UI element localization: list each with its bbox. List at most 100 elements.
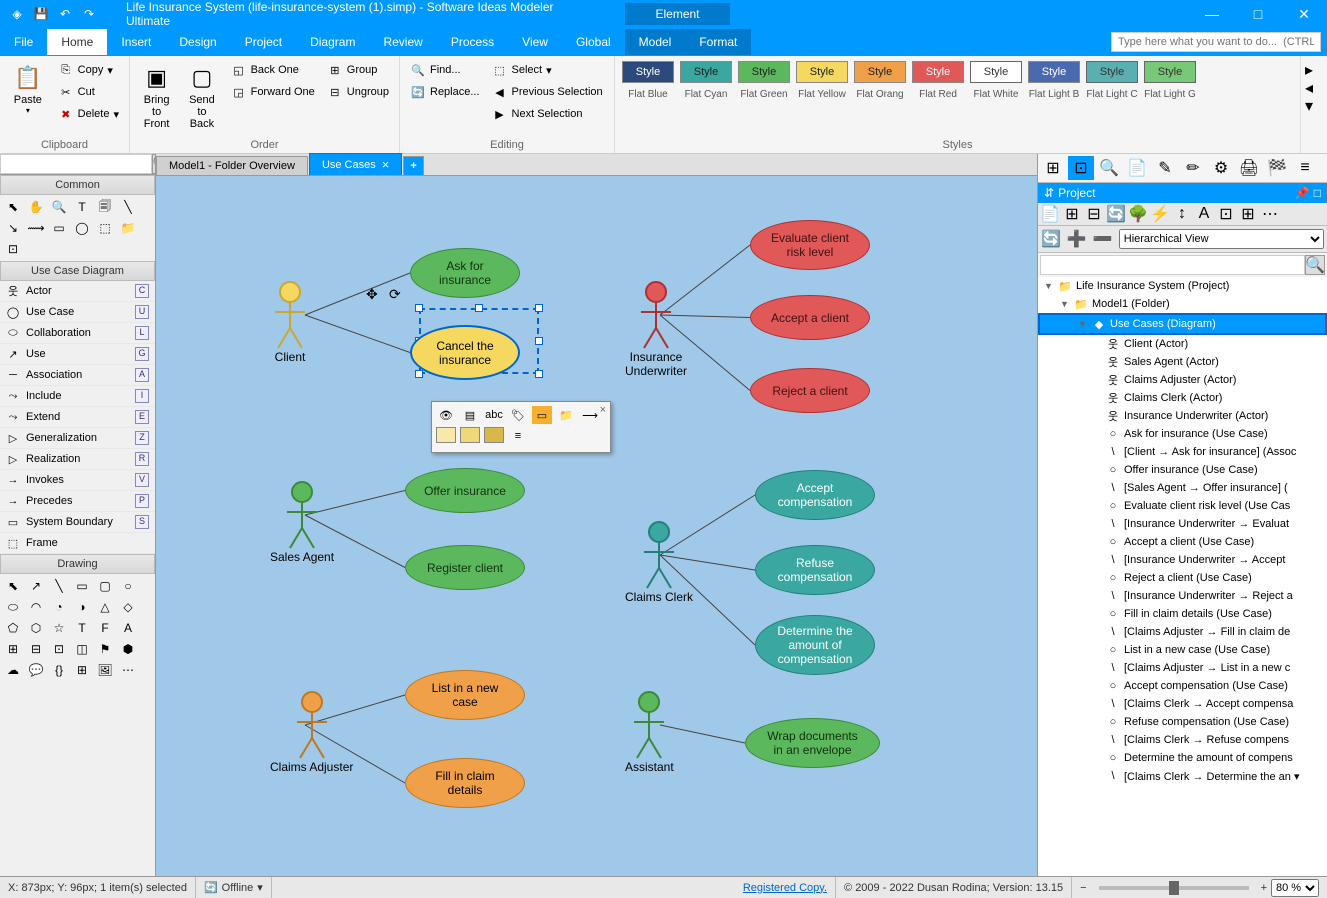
draw-arrow[interactable]: ↗: [25, 576, 47, 596]
draw-circle[interactable]: ○: [117, 576, 139, 596]
tree-node-19[interactable]: \[Claims Adjuster → Fill in claim de: [1038, 623, 1327, 641]
draw-font[interactable]: F: [94, 618, 116, 638]
draw-pie[interactable]: ◔: [48, 597, 70, 617]
usecase-header[interactable]: Use Case Diagram: [0, 261, 155, 281]
copy-button[interactable]: ⎘Copy ▾: [54, 60, 123, 80]
actor-client[interactable]: Client: [270, 280, 310, 364]
style-prev-icon[interactable]: ◂: [1305, 78, 1323, 92]
menu-file[interactable]: File: [0, 29, 47, 55]
draw-img[interactable]: 🖼: [94, 660, 116, 680]
pt-refresh-icon[interactable]: 🔄: [1106, 205, 1126, 223]
status-offline[interactable]: 🔄Offline ▾: [196, 877, 272, 898]
tree-node-20[interactable]: ○List in a new case (Use Case): [1038, 641, 1327, 659]
tool-frame[interactable]: ⬚Frame: [0, 533, 155, 554]
draw-callout[interactable]: 💬: [25, 660, 47, 680]
drawing-header[interactable]: Drawing: [0, 554, 155, 574]
usecase-reject-a-client[interactable]: Reject a client: [750, 368, 870, 413]
menu-view[interactable]: View: [508, 29, 562, 55]
pin-icon[interactable]: 📌: [1295, 186, 1310, 200]
color-swatch-3[interactable]: [484, 427, 504, 443]
menu-diagram[interactable]: Diagram: [296, 29, 369, 55]
draw-chord[interactable]: ◑: [71, 597, 93, 617]
view-mode-select[interactable]: Hierarchical View: [1119, 229, 1324, 249]
tree-node-1[interactable]: ▼📁Model1 (Folder): [1038, 295, 1327, 313]
project-search-button[interactable]: 🔍: [1305, 255, 1325, 275]
quick-search-input[interactable]: [1111, 32, 1321, 52]
zoom-out-button[interactable]: −: [1080, 882, 1086, 894]
line-tool[interactable]: ╲: [117, 197, 139, 217]
select-button[interactable]: ⬚Select ▾: [488, 60, 607, 80]
arrow-tool[interactable]: ↘: [2, 218, 24, 238]
paste-button[interactable]: 📋 Paste ▾: [6, 60, 50, 117]
maximize-button[interactable]: □: [1235, 0, 1281, 28]
actor-assistant[interactable]: Assistant: [625, 690, 674, 774]
zoom-thumb[interactable]: [1169, 881, 1179, 895]
tool-generalization[interactable]: ▷GeneralizationZ: [0, 428, 155, 449]
draw-pointer[interactable]: ⬉: [2, 576, 24, 596]
rib-icon-9[interactable]: 🏁: [1264, 156, 1290, 180]
pt-remove-icon[interactable]: ➖: [1093, 229, 1113, 249]
usecase-cancel-the-insurance[interactable]: Cancel the insurance: [410, 325, 520, 380]
style-more-icon[interactable]: ▸: [1305, 60, 1323, 74]
tree-node-18[interactable]: ○Fill in claim details (Use Case): [1038, 605, 1327, 623]
expander-icon[interactable]: ▼: [1044, 281, 1054, 291]
tool-invokes[interactable]: →InvokesV: [0, 470, 155, 491]
move-handle-icon[interactable]: ✥: [366, 286, 378, 303]
pt-a-icon[interactable]: A: [1194, 205, 1214, 223]
tree-node-12[interactable]: ○Evaluate client risk level (Use Cas: [1038, 497, 1327, 515]
rib-icon-7[interactable]: ⚙: [1208, 156, 1234, 180]
zoom-select[interactable]: 80 %: [1271, 879, 1319, 897]
close-button[interactable]: ✕: [1281, 0, 1327, 28]
draw-bold[interactable]: A: [117, 618, 139, 638]
menu-project[interactable]: Project: [231, 29, 296, 55]
forward-one-button[interactable]: ◲Forward One: [227, 82, 319, 102]
rib-icon-3[interactable]: 🔍: [1096, 156, 1122, 180]
style-button-7[interactable]: Style: [1028, 61, 1080, 83]
panel-close-icon[interactable]: □: [1314, 186, 1321, 200]
close-icon[interactable]: ×: [382, 157, 390, 172]
sel-handle-e[interactable]: [535, 337, 543, 345]
style-button-0[interactable]: Style: [622, 61, 674, 83]
tree-node-25[interactable]: \[Claims Clerk → Refuse compens: [1038, 731, 1327, 749]
usecase-list-in-a-new-case[interactable]: List in a new case: [405, 670, 525, 720]
draw-brace[interactable]: {}: [48, 660, 70, 680]
sel-handle-nw[interactable]: [415, 304, 423, 312]
pt-refresh2-icon[interactable]: 🔄: [1041, 229, 1061, 249]
zoom-tool[interactable]: 🔍: [48, 197, 70, 217]
draw-pentagon[interactable]: ⬠: [2, 618, 24, 638]
style-button-8[interactable]: Style: [1086, 61, 1138, 83]
text-tool[interactable]: T: [71, 197, 93, 217]
pt-tree-icon[interactable]: 🌳: [1128, 205, 1148, 223]
draw-box2[interactable]: ⊟: [25, 639, 47, 659]
ft-tag-icon[interactable]: 🏷: [508, 406, 528, 424]
style-button-5[interactable]: Style: [912, 61, 964, 83]
pointer-tool[interactable]: ⬉: [2, 197, 24, 217]
pt-new-icon[interactable]: 📄: [1040, 205, 1060, 223]
ft-eye-icon[interactable]: 👁: [436, 406, 456, 424]
usecase-offer-insurance[interactable]: Offer insurance: [405, 468, 525, 513]
color-swatch-1[interactable]: [436, 427, 456, 443]
tree-node-11[interactable]: \[Sales Agent → Offer insurance] (: [1038, 479, 1327, 497]
save-icon[interactable]: 💾: [32, 5, 50, 23]
draw-flag[interactable]: ⚑: [94, 639, 116, 659]
pt-b-icon[interactable]: ⊡: [1216, 205, 1236, 223]
usecase-determine-the-amount-of-compensation[interactable]: Determine the amount of compensation: [755, 615, 875, 675]
tree-node-13[interactable]: \[Insurance Underwriter → Evaluat: [1038, 515, 1327, 533]
draw-rect[interactable]: ▭: [71, 576, 93, 596]
actor-insurance-underwriter[interactable]: Insurance Underwriter: [625, 280, 687, 378]
menu-home[interactable]: Home: [47, 29, 107, 55]
draw-more[interactable]: ⋯: [117, 660, 139, 680]
menu-global[interactable]: Global: [562, 29, 625, 55]
usecase-evaluate-client-risk-level[interactable]: Evaluate client risk level: [750, 220, 870, 270]
color-swatch-2[interactable]: [460, 427, 480, 443]
ungroup-button[interactable]: ⊟Ungroup: [323, 82, 393, 102]
rib-icon-2[interactable]: ⊡: [1068, 156, 1094, 180]
cut-button[interactable]: ✂Cut: [54, 82, 123, 102]
sel-handle-n[interactable]: [475, 304, 483, 312]
pt-d-icon[interactable]: ⋯: [1260, 205, 1280, 223]
draw-ellipse[interactable]: ⬭: [2, 597, 24, 617]
rib-icon-10[interactable]: ≡: [1292, 156, 1318, 180]
usecase-fill-in-claim-details[interactable]: Fill in claim details: [405, 758, 525, 808]
rotate-handle-icon[interactable]: ⟳: [389, 286, 401, 303]
toolbox-search-input[interactable]: [0, 154, 152, 174]
